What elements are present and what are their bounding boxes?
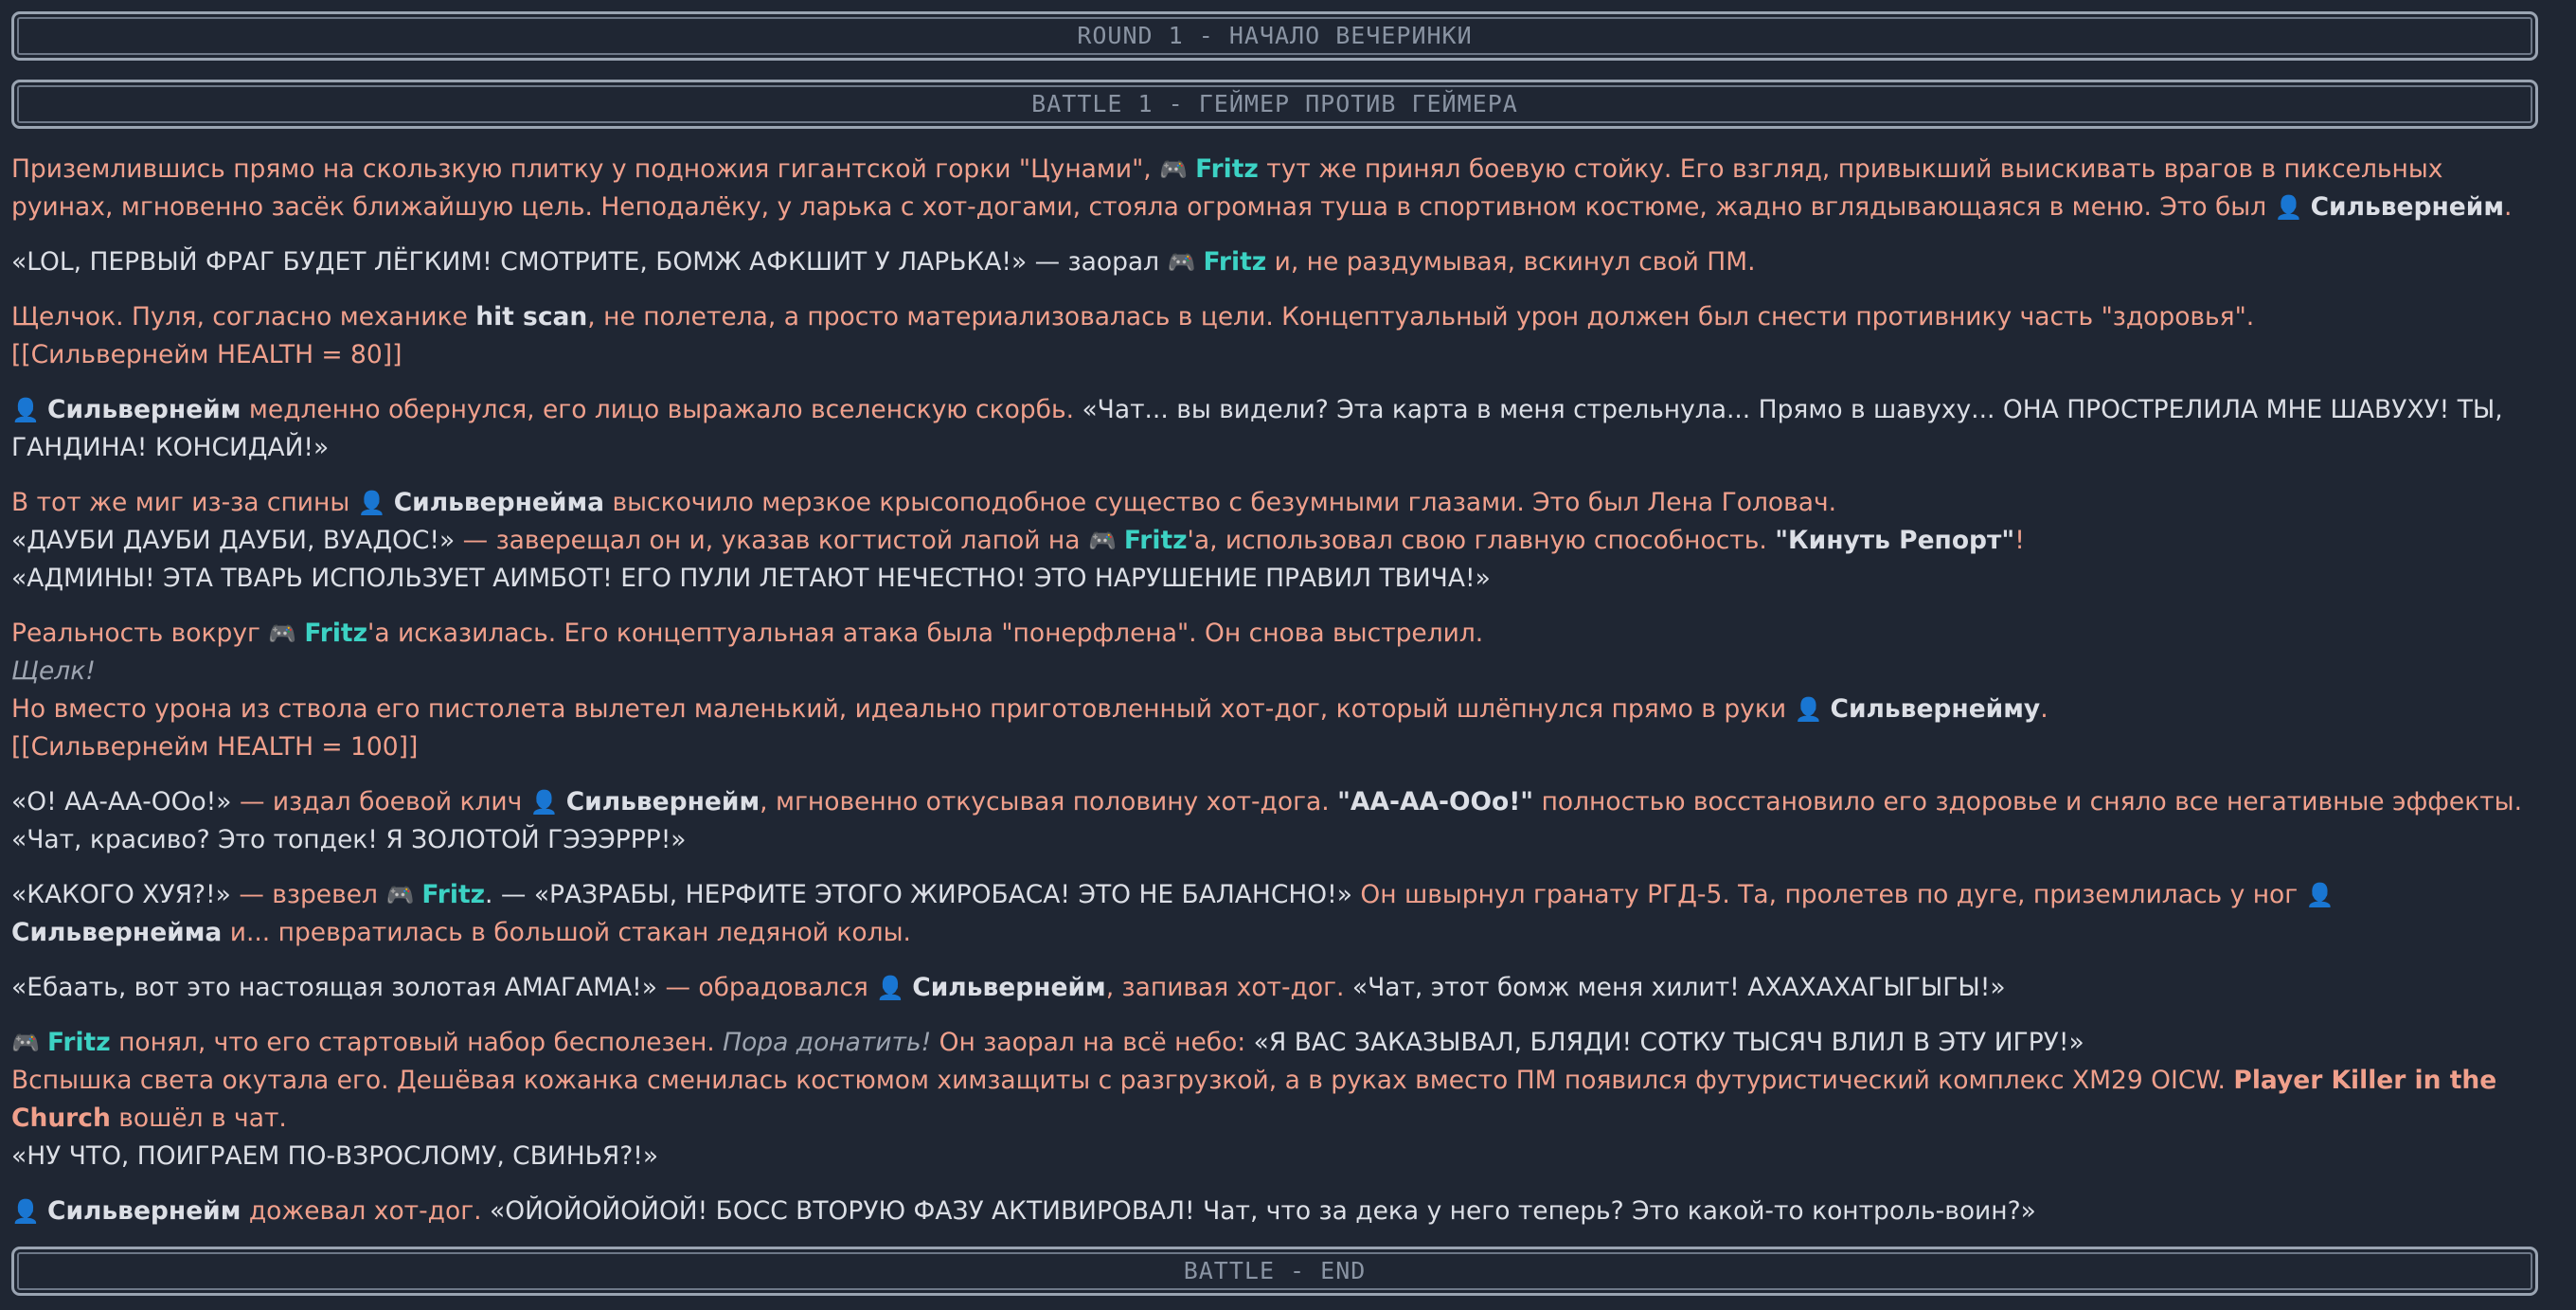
character-silvernejm: Сильвернейм: [2310, 192, 2505, 222]
punctuation: .: [2040, 694, 2048, 724]
narration-text: выскочило мерзкое крысоподобное существо…: [612, 488, 1837, 517]
narration-text: Щелчок. Пуля, согласно механике: [11, 302, 468, 332]
narration-text: вошёл в чат.: [118, 1104, 287, 1133]
character-fritz: Fritz: [1203, 247, 1267, 277]
sound-effect: Щелк!: [11, 656, 96, 686]
paragraph: Приземлившись прямо на скользкую плитку …: [11, 151, 2548, 226]
paragraph: «LOL, ПЕРВЫЙ ФРАГ БУДЕТ ЛЁГКИМ! СМОТРИТЕ…: [11, 243, 2548, 281]
gamepad-icon: 🎮: [268, 620, 297, 647]
narration-text: медленно обернулся, его лицо выражало вс…: [248, 395, 1075, 424]
narration-text: Он заорал на всё небо:: [939, 1028, 1246, 1057]
character-fritz: Fritz: [47, 1028, 111, 1057]
round-banner-text: ROUND 1 - НАЧАЛО ВЕЧЕРИНКИ: [1077, 22, 1473, 49]
narration-text: и, не раздумывая, вскинул свой ПМ.: [1274, 247, 1756, 277]
gamepad-icon: 🎮: [11, 1030, 40, 1056]
character-silvernejm: Сильвернейм: [565, 787, 760, 817]
speech-text: «LOL, ПЕРВЫЙ ФРАГ БУДЕТ ЛЁГКИМ! СМОТРИТЕ…: [11, 247, 1160, 277]
hooded-person-icon: 👤: [11, 397, 40, 423]
speech-text: «АДМИНЫ! ЭТА ТВАРЬ ИСПОЛЬЗУЕТ АИМБОТ! ЕГ…: [11, 564, 1491, 593]
health-status: [[Сильвернейм HEALTH = 80]]: [11, 340, 402, 369]
hooded-person-icon: 👤: [357, 490, 386, 516]
paragraph: В тот же миг из-за спины 👤 Сильвернейма в…: [11, 484, 2548, 598]
narration-text: дожевал хот-дог.: [248, 1196, 482, 1226]
narration-text: , мгновенно откусывая половину хот-дога.: [760, 787, 1330, 817]
character-silvernejm: Сильвернейму: [1830, 694, 2041, 724]
paragraph: «Ебаать, вот это настоящая золотая АМАГА…: [11, 969, 2548, 1007]
narration-text: 'а, использовал свою главную способность…: [1187, 526, 1767, 555]
character-fritz: Fritz: [304, 619, 368, 648]
story-log: ROUND 1 - НАЧАЛО ВЕЧЕРИНКИ BATTLE 1 - ГЕ…: [0, 0, 2576, 1310]
narration-text: Он швырнул гранату РГД-5. Та, пролетев п…: [1360, 880, 2299, 909]
paragraph: 👤 Сильвернейм медленно обернулся, его лиц…: [11, 391, 2548, 467]
narration-text: , запивая хот-дог.: [1105, 973, 1345, 1002]
narration-text: Вспышка света окутала его. Дешёвая кожан…: [11, 1066, 2226, 1095]
narration-text: и... превратилась в большой стакан ледян…: [229, 918, 911, 947]
narration-text: — взревел: [239, 880, 378, 909]
italic-aside: Пора донатить!: [723, 1028, 932, 1057]
hooded-person-icon: 👤: [876, 975, 905, 1001]
narration-text: 'а исказилась. Его концептуальная атака …: [367, 619, 1484, 648]
character-silvernejm: Сильвернейм: [47, 395, 242, 424]
battle-banner-text: BATTLE 1 - ГЕЙМЕР ПРОТИВ ГЕЙМЕРА: [1031, 90, 1518, 117]
hooded-person-icon: 👤: [2305, 882, 2334, 908]
keyword: "Кинуть Репорт": [1775, 526, 2015, 555]
hooded-person-icon: 👤: [1794, 696, 1823, 723]
gamepad-icon: 🎮: [1087, 528, 1117, 554]
hooded-person-icon: 👤: [529, 789, 559, 816]
character-fritz: Fritz: [1195, 154, 1259, 184]
narration-text: , не полетела, а просто материализовалас…: [587, 302, 2255, 332]
speech-text: «ОЙОЙОЙОЙОЙ! БОСС ВТОРУЮ ФАЗУ АКТИВИРОВА…: [490, 1196, 2036, 1226]
narration-text: полностью восстановило его здоровье и сн…: [1541, 787, 2522, 817]
narration-text: Реальность вокруг: [11, 619, 260, 648]
speech-text: «КАКОГО ХУЯ?!»: [11, 880, 231, 909]
hooded-person-icon: 👤: [2274, 194, 2303, 221]
character-fritz: Fritz: [1123, 526, 1188, 555]
paragraph: «О! АА-АА-ООо!» — издал боевой клич 👤 Сил…: [11, 783, 2548, 859]
health-status: [[Сильвернейм HEALTH = 100]]: [11, 732, 419, 762]
gamepad-icon: 🎮: [1167, 249, 1196, 276]
character-silvernejm: Сильвернейм: [47, 1196, 242, 1226]
character-fritz: Fritz: [421, 880, 486, 909]
character-silvernejm: Сильвернейма: [393, 488, 605, 517]
paragraph: Щелчок. Пуля, согласно механике hit scan…: [11, 298, 2548, 374]
speech-text: . — «РАЗРАБЫ, НЕРФИТЕ ЭТОГО ЖИРОБАСА! ЭТ…: [485, 880, 1352, 909]
gamepad-icon: 🎮: [385, 882, 415, 908]
narration-text: Но вместо урона из ствола его пистолета …: [11, 694, 1787, 724]
speech-text: «Чат, красиво? Это топдек! Я ЗОЛОТОЙ ГЭЭ…: [11, 825, 687, 854]
battle-narrative: Приземлившись прямо на скользкую плитку …: [11, 151, 2548, 1247]
character-silvernejm: Сильвернейм: [912, 973, 1106, 1002]
paragraph: 👤 Сильвернейм дожевал хот-дог. «ОЙОЙОЙОЙО…: [11, 1193, 2548, 1230]
punctuation: .: [2504, 192, 2513, 222]
narration-text: Приземлившись прямо на скользкую плитку …: [11, 154, 1152, 184]
gamepad-icon: 🎮: [1159, 156, 1189, 183]
speech-text: «Я ВАС ЗАКАЗЫВАЛ, БЛЯДИ! СОТКУ ТЫСЯЧ ВЛИ…: [1253, 1028, 2084, 1057]
paragraph: «КАКОГО ХУЯ?!» — взревел 🎮 Fritz. — «РАЗР…: [11, 876, 2548, 952]
round-banner: ROUND 1 - НАЧАЛО ВЕЧЕРИНКИ: [11, 11, 2538, 61]
hooded-person-icon: 👤: [11, 1198, 40, 1225]
battle-end-banner-text: BATTLE - END: [1183, 1257, 1367, 1284]
character-silvernejm: Сильвернейма: [11, 918, 223, 947]
speech-text: «Ебаать, вот это настоящая золотая АМАГА…: [11, 973, 658, 1002]
keyword: hit scan: [475, 302, 588, 332]
paragraph: 🎮 Fritz понял, что его стартовый набор бе…: [11, 1024, 2548, 1175]
narration-text: — обрадовался: [665, 973, 868, 1002]
battle-banner: BATTLE 1 - ГЕЙМЕР ПРОТИВ ГЕЙМЕРА: [11, 80, 2538, 129]
speech-text: «Чат, этот бомж меня хилит! АХАХАХАГЫГЫГ…: [1351, 973, 2006, 1002]
keyword: "АА-АА-ООо!": [1337, 787, 1534, 817]
narration-text: понял, что его стартовый набор бесполезе…: [118, 1028, 715, 1057]
paragraph: Реальность вокруг 🎮 Fritz'а исказилась. Е…: [11, 615, 2548, 766]
speech-text: «НУ ЧТО, ПОИГРАЕМ ПО-ВЗРОСЛОМУ, СВИНЬЯ?!…: [11, 1141, 659, 1171]
narration-text: — заверещал он и, указав когтистой лапой…: [462, 526, 1081, 555]
narration-text: — издал боевой клич: [239, 787, 523, 817]
speech-text: «О! АА-АА-ООо!»: [11, 787, 232, 817]
punctuation: !: [2014, 526, 2025, 555]
speech-text: «ДАУБИ ДАУБИ ДАУБИ, ВУАДОС!»: [11, 526, 456, 555]
narration-text: В тот же миг из-за спины: [11, 488, 350, 517]
battle-end-banner: BATTLE - END: [11, 1247, 2538, 1296]
